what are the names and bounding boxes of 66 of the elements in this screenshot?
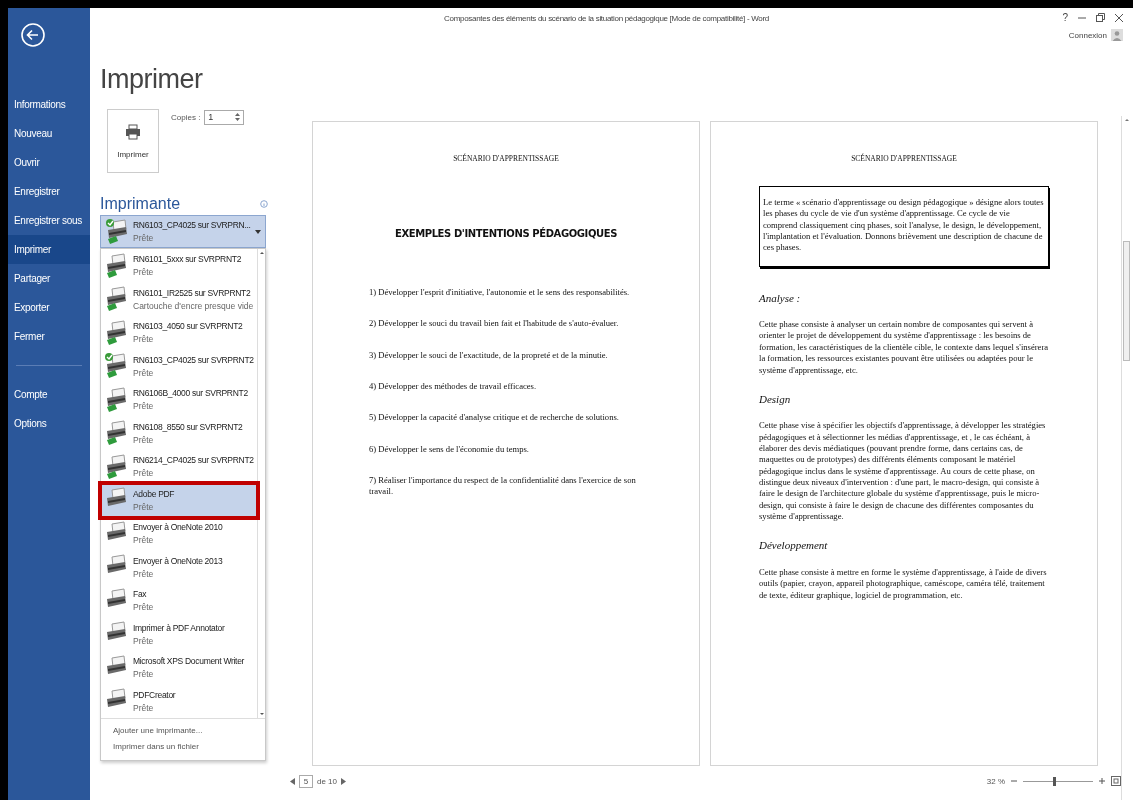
slider-thumb[interactable] <box>1053 776 1057 786</box>
printer-item[interactable]: Microsoft XPS Document Writer Prête <box>101 651 257 685</box>
sidebar-item[interactable]: Partager <box>8 264 90 293</box>
document-title: EXEMPLES D'INTENTIONS PÉDAGOGIQUES <box>394 227 618 239</box>
copies-label: Copies : <box>171 112 201 122</box>
scrollbar[interactable] <box>1121 116 1131 800</box>
printer-item[interactable]: Envoyer à OneNote 2010 Prête <box>101 517 257 551</box>
sidebar-item[interactable]: Enregistrer sous <box>8 206 90 235</box>
sidebar-item[interactable]: Compte <box>8 380 90 409</box>
printer-item[interactable]: RN6101_IR2525 sur SVRPRNT2 Cartouche d'encre presque vide <box>101 282 257 316</box>
printer-item[interactable]: RN6106B_4000 sur SVRPRNT2 Prête <box>101 383 257 417</box>
printer-item[interactable]: PDFCreator Prête <box>101 684 257 718</box>
page-number-field[interactable]: 5 <box>299 774 313 788</box>
menu-item[interactable]: Imprimer dans un fichier <box>101 738 199 754</box>
scroll-thumb[interactable] <box>1123 241 1130 361</box>
section-heading: Développement <box>759 538 829 553</box>
sidebar-item[interactable]: Ouvrir <box>8 148 90 177</box>
sidebar-item[interactable]: Imprimer <box>8 235 90 264</box>
sidebar-item[interactable]: Fermer <box>8 322 90 351</box>
menu-item[interactable]: Ajouter une imprimante... <box>101 722 203 738</box>
sidebar-item[interactable]: Exporter <box>8 293 90 322</box>
zoom-in-icon[interactable] <box>1099 778 1105 784</box>
printer-item[interactable]: RN6108_8550 sur SVRPRNT2 Prête <box>101 416 257 450</box>
list-item: 6) Développer le sens de l'économie du temps. <box>368 443 530 455</box>
scrollbar[interactable] <box>256 249 266 718</box>
section-heading: Design <box>759 391 792 407</box>
printer-item[interactable]: Envoyer à OneNote 2013 Prête <box>101 550 257 584</box>
restore-icon[interactable] <box>1096 13 1105 22</box>
fit-page-icon[interactable] <box>1111 776 1121 786</box>
back-icon[interactable] <box>20 22 46 48</box>
sign-in-link[interactable]: Connexion <box>1068 30 1107 40</box>
print-button[interactable]: Imprimer <box>107 109 159 173</box>
sidebar-item[interactable]: Options <box>8 409 90 438</box>
printer-item[interactable]: Adobe PDF Prête <box>101 483 257 517</box>
sidebar-item[interactable]: Informations <box>8 90 90 119</box>
caret-icon <box>255 229 261 234</box>
spinner-icon[interactable] <box>235 112 241 122</box>
close-icon[interactable] <box>1115 13 1123 22</box>
sidebar-item[interactable]: Enregistrer <box>8 177 90 206</box>
paragraph: Cette phase vise à spécifier les objectifs d'apprentissage, à développer les stratégies pédagogiques et à sélectionner les médias d'apprentissage, et , le cas échéant, à élaborer des devis médiatiques (pouvant prendre forme, dans certains cas, de maquettes ou de prototypes) des différents éléments composant le matériel pédagogique inclus dans le système d'apprentissage. Au cours de cette phase, on distingue deux niveaux d'intervention : d'une part, le macro-design, qui consiste à faire le design de l'architecture globale du système d'apprentissage, puis le micro-design, qui consiste à faire le design de chacune des différentes composantes du système d'apprentissage. <box>759 420 1047 523</box>
sidebar-item[interactable]: Nouveau <box>8 119 90 148</box>
list-item: 3) Développer le souci de l'exactitude, de la propreté et de la minutie. <box>368 349 609 361</box>
section-heading: Analyse : <box>759 290 802 306</box>
printer-item[interactable]: RN6101_5xxx sur SVRPRNT2 Prête <box>101 249 257 283</box>
zoom-level: 32 % <box>986 776 1005 786</box>
page-title: Imprimer <box>100 64 204 95</box>
boxed-paragraph: Le terme « scénario d'apprentissage ou design pédagogique » désigne alors toutes les phases du cycle de vie d'un système d'apprentissage. Ce cycle de vie comprend classiquement cinq phases, soit l'analyse, le design, le développement, l'implantation et l'évaluation. Donnons brièvement une description de chacune de ces phases. <box>759 185 1049 267</box>
paragraph: Cette phase consiste à analyser un certain nombre de composantes qui servent à orienter le projet de développement du système d'apprentissage : les besoins de formation, les caractéristiques de la clientèle cible, le contexte dans lequel s'insérera la formation, les ressources existantes pouvant être utilisées ou adaptées pour le système d'apprentissage, etc. <box>759 319 1049 376</box>
list-item: 7) Réaliser l'importance du respect de la confidentialité dans l'exercice de son travail. <box>368 474 637 498</box>
paragraph: Cette phase consiste à mettre en forme le système d'apprentissage, à l'aide de divers outils (papier, crayon, appareil photographique, caméscope, caméra télé, traitement de texte, éditeur graphique, logiciel de programmation, etc. <box>759 566 1048 601</box>
window-title: Composantes des éléments du scénario de la situation pédagogique [Mode de compatibilité] - Word <box>444 14 769 23</box>
help-button[interactable]: ? <box>1062 12 1068 23</box>
printer-item[interactable]: RN6103_CP4025 sur SVRPRNT2 Prête <box>101 349 257 383</box>
list-item: 5) Développer la capacité d'analyse critique et de recherche de solutions. <box>368 412 620 424</box>
next-page-icon[interactable] <box>341 777 347 785</box>
list-item: 2) Développer le souci du travail bien fait et l'habitude de s'auto-évaluer. <box>368 318 620 330</box>
list-item: 4) Développer des méthodes de travail efficaces. <box>368 380 538 393</box>
printer-dropdown[interactable]: RN6103_CP4025 sur SVRPRN... Prête <box>100 215 266 248</box>
page-count: de 10 <box>317 776 338 786</box>
copies-field[interactable]: 1 <box>204 109 245 125</box>
printer-item[interactable]: RN6103_4050 sur SVRPRNT2 Prête <box>101 316 257 350</box>
printer-icon <box>125 123 141 140</box>
list-item: 1) Développer l'esprit d'initiative, l'autonomie et le sens des responsabilités. <box>368 286 631 299</box>
section-heading: Imprimante <box>100 195 181 213</box>
printer-item[interactable]: Fax Prête <box>101 584 257 618</box>
printer-item[interactable]: Imprimer à PDF Annotator Prête <box>101 617 257 651</box>
